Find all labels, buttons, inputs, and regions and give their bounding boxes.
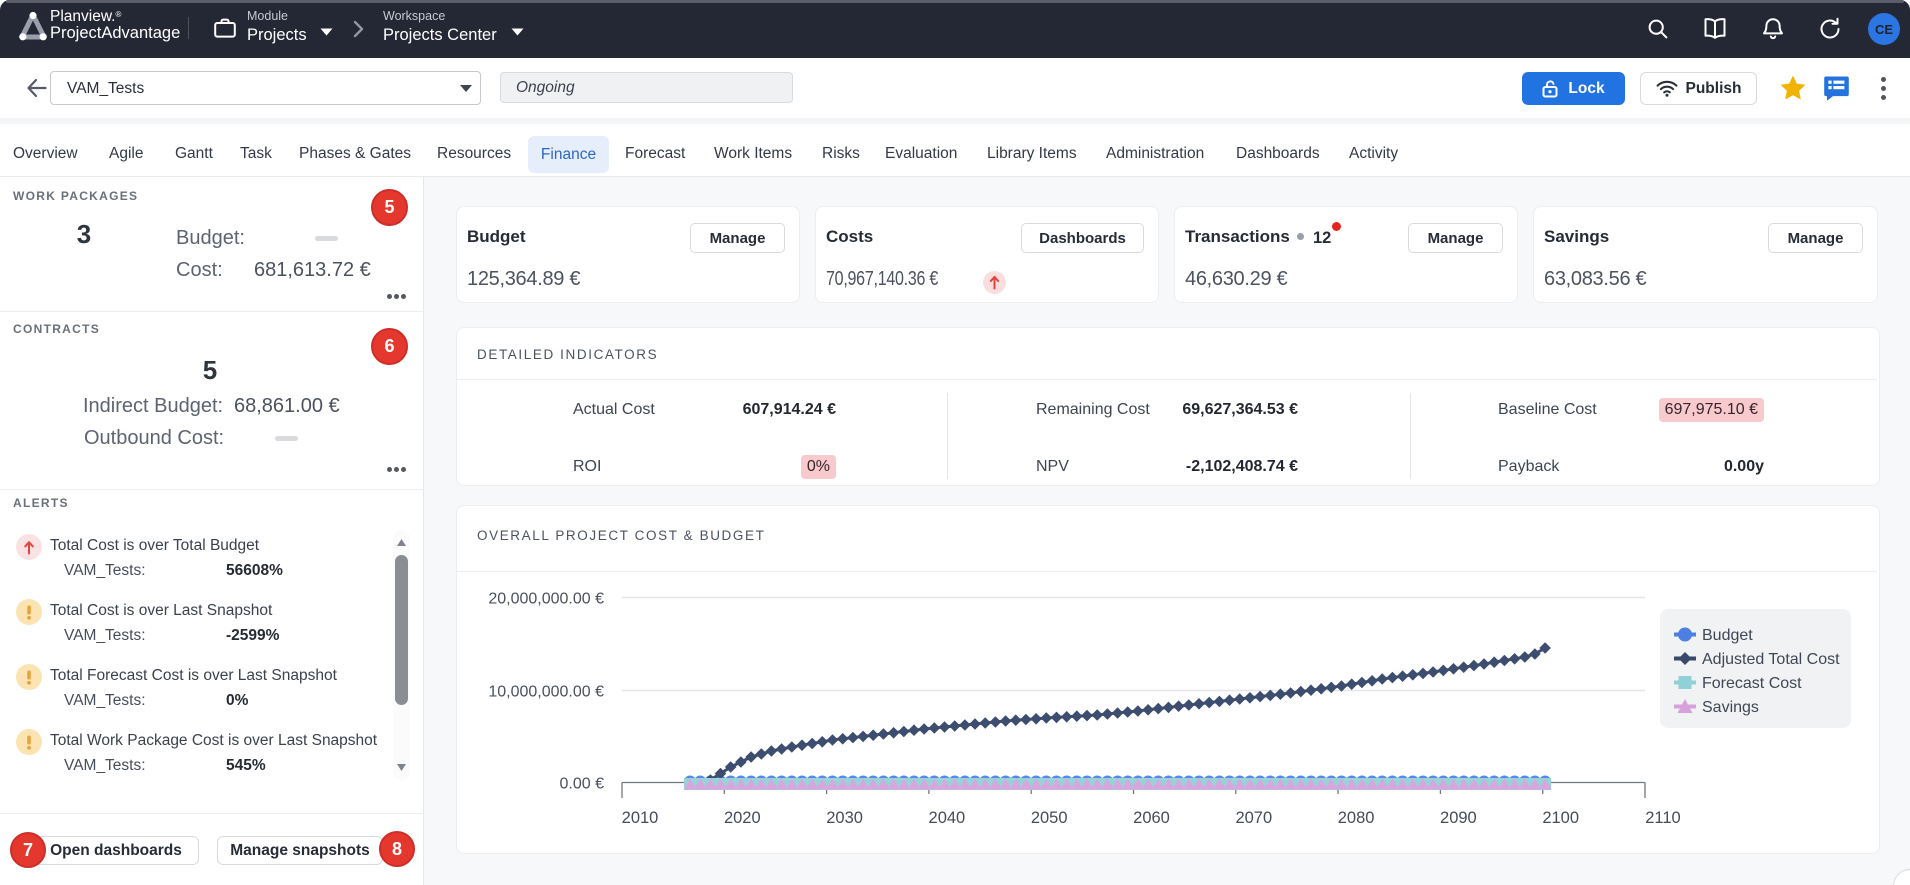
svg-text:2040: 2040 xyxy=(929,809,966,827)
svg-text:2100: 2100 xyxy=(1542,809,1579,827)
svg-text:2090: 2090 xyxy=(1440,809,1477,827)
svg-text:2110: 2110 xyxy=(1645,809,1680,827)
svg-text:2010: 2010 xyxy=(622,809,659,827)
svg-text:10,000,000.00 €: 10,000,000.00 € xyxy=(488,684,604,701)
svg-text:2060: 2060 xyxy=(1133,809,1170,827)
svg-text:2050: 2050 xyxy=(1031,809,1068,827)
svg-text:2020: 2020 xyxy=(724,809,761,827)
svg-text:Adjusted Total Cost: Adjusted Total Cost xyxy=(1702,651,1840,668)
svg-text:2070: 2070 xyxy=(1235,809,1272,827)
svg-text:0.00 €: 0.00 € xyxy=(560,776,605,793)
svg-text:20,000,000.00 €: 20,000,000.00 € xyxy=(488,591,604,608)
svg-text:Budget: Budget xyxy=(1702,627,1753,644)
svg-text:Forecast Cost: Forecast Cost xyxy=(1702,675,1802,692)
svg-text:2080: 2080 xyxy=(1338,809,1375,827)
svg-text:Savings: Savings xyxy=(1702,699,1759,716)
svg-text:2030: 2030 xyxy=(826,809,863,827)
